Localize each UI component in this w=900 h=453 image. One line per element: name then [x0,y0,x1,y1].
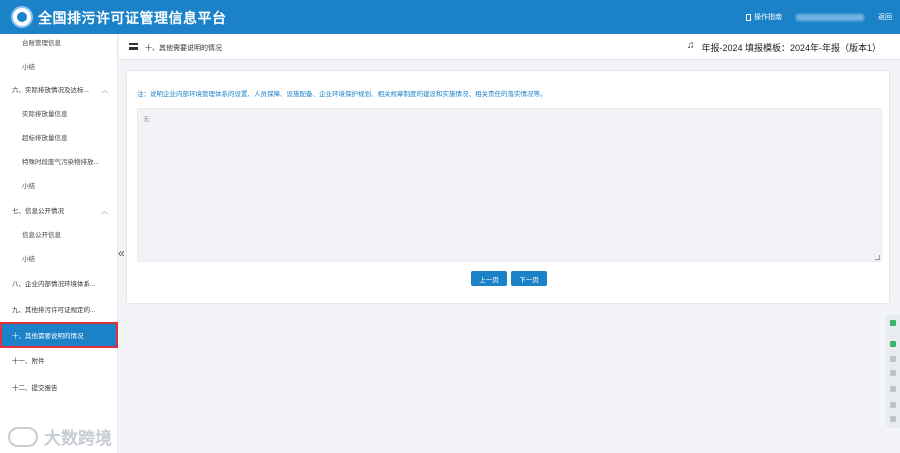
sidebar-item-info-disclosure[interactable]: 七、信息公开情况 ︿ [0,198,118,222]
chevron-up-icon: ︿ [101,87,108,94]
description-textarea[interactable]: 无 [137,108,882,262]
back-link[interactable]: 返回 [878,12,892,22]
next-page-button[interactable]: 下一页 [511,271,547,286]
sidebar-item-summary-5[interactable]: 小结 [0,54,118,78]
report-meta: 年报-2024 填报模板：2024年-年报（版本1） [701,43,881,53]
leaf-icon[interactable] [890,341,896,347]
sidebar-item-actual-emission-amount[interactable]: 实际排放量信息 [0,101,118,125]
sidebar-item-submit-report[interactable]: 十二、提交报告 [0,375,118,399]
top-bar: 全国排污许可证管理信息平台 操作指南 返回 [0,0,900,34]
menu-icon[interactable] [129,43,138,50]
document-icon[interactable] [890,402,896,408]
sidebar-item-summary-7[interactable]: 小结 [0,246,118,270]
shield-icon[interactable] [890,320,896,326]
sidebar-item-attachments[interactable]: 十一、附件 [0,348,118,372]
text-icon[interactable] [890,356,896,362]
sidebar-item-actual-emissions[interactable]: 六、实际排放情况及达标... ︿ [0,77,118,101]
document-icon [746,13,751,21]
sidebar-item-label: 六、实际排放情况及达标... [12,87,89,94]
sidebar: 台账管理信息 小结 六、实际排放情况及达标... ︿ 实际排放量信息 超标排放量… [0,34,118,453]
emblem-logo [11,6,33,28]
bell-icon[interactable]: ♫ [687,40,695,51]
translate-icon[interactable] [890,370,896,376]
sidebar-item-summary-6[interactable]: 小结 [0,173,118,197]
prev-page-button[interactable]: 上一页 [471,271,507,286]
page-header: 十、其他需要说明的情况 ♫ 年报-2024 填报模板：2024年-年报（版本1） [119,34,900,60]
guide-link[interactable]: 操作指南 [754,12,782,22]
user-name-blurred [796,13,864,21]
sidebar-item-other-notes[interactable]: 十、其他需要说明的情况 [0,322,118,348]
instruction-note: 注：说明企业内部环境管理体系的设置、人员保障、设施配备、企业环境保护规划、相关规… [137,91,547,98]
sidebar-item-other-permit-rules[interactable]: 九、其他排污许可证规定的... [0,297,118,321]
page-title: 十、其他需要说明的情况 [145,45,222,52]
sidebar-item-ledger-info[interactable]: 台账管理信息 [0,30,118,54]
sidebar-item-special-period[interactable]: 特殊时段废气污染物排放... [0,149,118,173]
chevron-up-icon: ︿ [101,208,108,215]
sidebar-item-exceed-emission[interactable]: 超标排放量信息 [0,125,118,149]
collapse-sidebar-icon[interactable]: « [118,246,125,260]
sidebar-item-disclosure-info[interactable]: 信息公开信息 [0,222,118,246]
content-card: 注：说明企业内部环境管理体系的设置、人员保障、设施配备、企业环境保护规划、相关规… [126,70,890,304]
top-right-actions: 操作指南 返回 [746,12,892,22]
watermark-text: 大数跨境 [44,429,112,448]
resize-handle-icon[interactable] [875,255,880,260]
sidebar-item-label: 七、信息公开情况 [12,208,64,215]
grid-icon[interactable] [890,386,896,392]
watermark: 大数跨境 [8,424,112,449]
app-title: 全国排污许可证管理信息平台 [38,10,227,26]
floating-toolbar [886,314,900,428]
image-icon[interactable] [890,416,896,422]
watermark-logo-icon [8,426,38,447]
sidebar-item-internal-env-system[interactable]: 八、企业内部情况环境体系... [0,271,118,295]
